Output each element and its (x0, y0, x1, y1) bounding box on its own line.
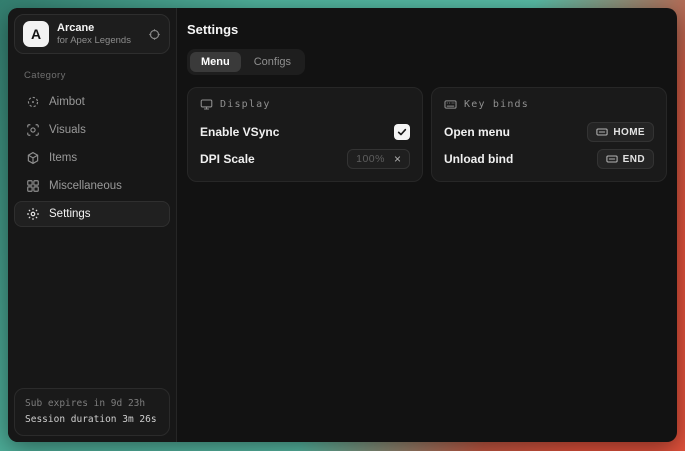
dpi-scale-value: 100% (356, 153, 385, 165)
main-content: Settings Menu Configs Display Enable VSy… (177, 8, 677, 442)
sidebar-item-label: Visuals (49, 124, 86, 136)
card-title: Key binds (464, 99, 529, 110)
tab-menu[interactable]: Menu (190, 52, 241, 72)
keybinds-card-header: Key binds (444, 98, 654, 111)
sidebar-item-settings[interactable]: Settings (14, 201, 170, 227)
app-logo: A (23, 21, 49, 47)
open-menu-bind-button[interactable]: HOME (587, 122, 654, 142)
keybinds-card: Key binds Open menu HOME Unload bind (431, 87, 667, 182)
sidebar-item-label: Items (49, 152, 77, 164)
dpi-scale-label: DPI Scale (200, 152, 255, 166)
sidebar-item-visuals[interactable]: Visuals (14, 117, 170, 143)
unload-bind-button[interactable]: END (597, 149, 654, 169)
check-icon (397, 127, 407, 137)
card-title: Display (220, 99, 271, 110)
unload-bind-row: Unload bind END (444, 149, 654, 169)
keyboard-icon (444, 98, 457, 111)
sidebar-item-miscellaneous[interactable]: Miscellaneous (14, 173, 170, 199)
sub-expires-text: Sub expires in 9d 23h (25, 396, 159, 412)
sidebar-item-aimbot[interactable]: Aimbot (14, 89, 170, 115)
monitor-icon (200, 98, 213, 111)
brand-text: Arcane for Apex Legends (57, 22, 140, 46)
sidebar-item-label: Aimbot (49, 96, 85, 108)
dpi-scale-input[interactable]: 100% × (347, 149, 410, 169)
dpi-row: DPI Scale 100% × (200, 149, 410, 169)
brand-subtitle: for Apex Legends (57, 35, 140, 46)
enable-vsync-label: Enable VSync (200, 125, 279, 139)
sidebar: A Arcane for Apex Legends Category A (8, 8, 177, 442)
tab-bar: Menu Configs (187, 49, 305, 75)
sidebar-item-items[interactable]: Items (14, 145, 170, 171)
grid-icon (25, 179, 40, 193)
page-title: Settings (187, 22, 667, 37)
sidebar-item-label: Miscellaneous (49, 180, 122, 192)
sidebar-item-label: Settings (49, 208, 91, 220)
crosshair-icon (25, 95, 40, 109)
cube-icon (25, 151, 40, 165)
bind-key-label: HOME (613, 127, 645, 138)
crosshair-target-icon[interactable] (148, 28, 161, 41)
display-card: Display Enable VSync DPI Scale 100% × (187, 87, 423, 182)
session-duration-text: Session duration 3m 26s (25, 412, 159, 428)
brand-card: A Arcane for Apex Legends (14, 14, 170, 54)
keyboard-icon (596, 126, 608, 138)
category-nav: Aimbot Visuals Items (14, 89, 170, 227)
settings-cards: Display Enable VSync DPI Scale 100% × (187, 87, 667, 182)
tab-configs[interactable]: Configs (243, 52, 302, 72)
vsync-checkbox[interactable] (394, 124, 410, 140)
scan-icon (25, 123, 40, 137)
open-menu-label: Open menu (444, 125, 510, 139)
brand-title: Arcane (57, 22, 140, 34)
keyboard-icon (606, 153, 618, 165)
clear-icon[interactable]: × (394, 153, 401, 165)
gear-icon (25, 207, 40, 221)
subscription-info: Sub expires in 9d 23h Session duration 3… (14, 388, 170, 436)
display-card-header: Display (200, 98, 410, 111)
logo-letter: A (31, 26, 41, 42)
app-window: A Arcane for Apex Legends Category A (8, 8, 677, 442)
bind-key-label: END (623, 154, 645, 165)
open-menu-row: Open menu HOME (444, 122, 654, 142)
category-label: Category (24, 70, 170, 81)
vsync-row: Enable VSync (200, 122, 410, 142)
unload-bind-label: Unload bind (444, 152, 513, 166)
